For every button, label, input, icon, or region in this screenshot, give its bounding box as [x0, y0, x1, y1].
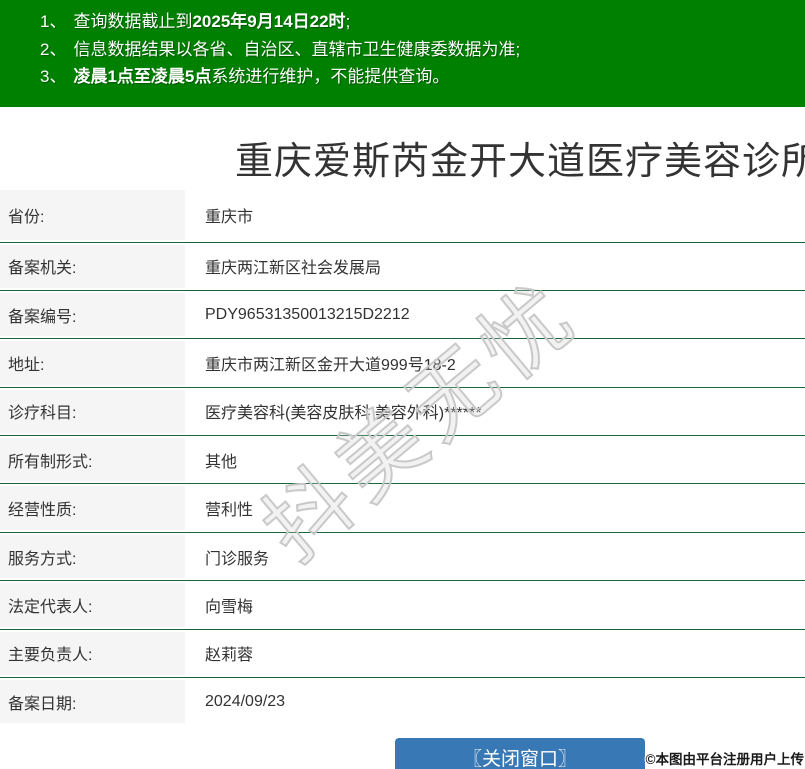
- row-value: 赵莉蓉: [205, 630, 253, 677]
- table-row: 地址: 重庆市两江新区金开大道999号18-2: [0, 338, 805, 386]
- row-value: 营利性: [205, 484, 253, 531]
- notice-number: 3、: [40, 67, 66, 86]
- table-row: 省份: 重庆市: [0, 188, 805, 242]
- row-value: 重庆两江新区社会发展局: [205, 243, 381, 290]
- notice-text-bold: 凌晨1点至凌晨5点: [73, 67, 211, 86]
- row-value: 医疗美容科(美容皮肤科 美容外科)******: [205, 388, 481, 435]
- notice-item-2: 2、信息数据结果以各省、自治区、直辖市卫生健康委数据为准;: [40, 36, 805, 64]
- table-row: 主要负责人: 赵莉蓉: [0, 629, 805, 677]
- row-value: 2024/09/23: [205, 678, 285, 725]
- row-value: PDY96531350013215D2212: [205, 291, 410, 338]
- row-value: 其他: [205, 436, 237, 483]
- row-value: 重庆市两江新区金开大道999号18-2: [205, 339, 456, 386]
- row-value: 重庆市: [205, 188, 253, 242]
- notice-number: 2、: [40, 40, 66, 59]
- row-label: 主要负责人:: [0, 632, 185, 675]
- row-label: 省份:: [0, 190, 185, 240]
- notice-text: 系统进行维护，不能提供查询。: [211, 67, 449, 86]
- row-label: 诊疗科目:: [0, 390, 185, 433]
- row-label: 服务方式:: [0, 535, 185, 578]
- row-label: 法定代表人:: [0, 583, 185, 626]
- record-table: 省份: 重庆市 备案机关: 重庆两江新区社会发展局 备案编号: PDY96531…: [0, 188, 805, 725]
- copyright-watermark: ©本图由平台注册用户上传: [646, 748, 804, 768]
- row-label: 备案日期:: [0, 680, 185, 723]
- notice-header: 1、查询数据截止到2025年9月14日22时; 2、信息数据结果以各省、自治区、…: [0, 0, 805, 107]
- table-row: 服务方式: 门诊服务: [0, 532, 805, 580]
- notice-text-bold: 2025年9月14日22时: [192, 12, 345, 31]
- table-row: 经营性质: 营利性: [0, 483, 805, 531]
- table-row: 备案编号: PDY96531350013215D2212: [0, 290, 805, 338]
- table-row: 诊疗科目: 医疗美容科(美容皮肤科 美容外科)******: [0, 387, 805, 435]
- notice-text: ;: [346, 12, 351, 31]
- notice-item-3: 3、凌晨1点至凌晨5点系统进行维护，不能提供查询。: [40, 63, 805, 91]
- table-row: 法定代表人: 向雪梅: [0, 580, 805, 628]
- notice-text: 信息数据结果以各省、自治区、直辖市卫生健康委数据为准;: [73, 40, 520, 59]
- table-row: 备案日期: 2024/09/23: [0, 677, 805, 725]
- row-label: 备案机关:: [0, 245, 185, 288]
- close-window-button[interactable]: 〖关闭窗口〗: [395, 738, 645, 769]
- row-label: 所有制形式:: [0, 438, 185, 481]
- row-value: 门诊服务: [205, 533, 269, 580]
- row-value: 向雪梅: [205, 581, 253, 628]
- row-label: 备案编号:: [0, 293, 185, 336]
- table-row: 所有制形式: 其他: [0, 435, 805, 483]
- row-label: 经营性质:: [0, 486, 185, 529]
- table-row: 备案机关: 重庆两江新区社会发展局: [0, 242, 805, 290]
- notice-item-1: 1、查询数据截止到2025年9月14日22时;: [40, 0, 805, 36]
- page: 1、查询数据截止到2025年9月14日22时; 2、信息数据结果以各省、自治区、…: [0, 0, 805, 769]
- notice-text: 查询数据截止到: [73, 12, 192, 31]
- page-title: 重庆爱斯芮金开大道医疗美容诊所: [235, 130, 805, 185]
- notice-number: 1、: [40, 12, 66, 31]
- row-label: 地址:: [0, 341, 185, 384]
